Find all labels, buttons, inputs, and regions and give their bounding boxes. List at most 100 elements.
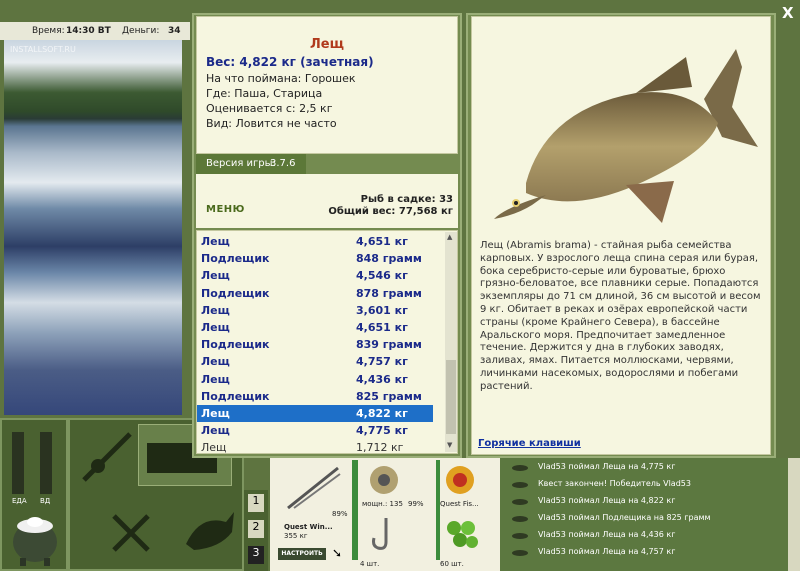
- cauldron-icon[interactable]: [10, 512, 60, 567]
- setup-button[interactable]: НАСТРОИТЬ: [278, 548, 326, 560]
- frequency: Вид: Ловится не часто: [206, 117, 337, 130]
- catch-row[interactable]: Подлещик 825 грамм: [197, 388, 433, 405]
- valued-from: Оценивается с: 2,5 кг: [206, 102, 333, 115]
- status-bar: Время: 14:30 ВТ Деньги: 34: [0, 22, 190, 40]
- chat-fish-icon: [512, 516, 528, 522]
- catch-fish-weight: 4,757 кг: [356, 355, 408, 369]
- hook-count: 4 шт.: [360, 560, 380, 568]
- catch-fish-weight: 4,651 кг: [356, 235, 408, 248]
- watermark: INSTALLSOFT.RU: [10, 45, 76, 54]
- line-bar: [436, 460, 440, 560]
- scroll-up-icon[interactable]: ▲: [447, 233, 452, 241]
- money-label: Деньги:: [122, 26, 160, 36]
- fish-name: Лещ: [310, 37, 344, 52]
- catch-fish-weight: 3,601 кг: [356, 303, 408, 317]
- menu-button[interactable]: МЕНЮ: [206, 204, 245, 215]
- catch-row[interactable]: Лещ 4,651 кг: [197, 233, 433, 250]
- catch-row[interactable]: Подлещик 878 грамм: [197, 285, 433, 302]
- catch-row[interactable]: Подлещик 848 грамм: [197, 250, 433, 267]
- catch-row[interactable]: Лещ 4,775 кг: [197, 422, 433, 439]
- catch-fish-name: Лещ: [201, 441, 227, 454]
- catch-row[interactable]: Лещ 1,712 кг: [197, 439, 433, 454]
- catch-row[interactable]: Лещ 4,651 кг: [197, 319, 433, 336]
- tab-2[interactable]: 2: [248, 520, 264, 538]
- fork-knife-icon[interactable]: [106, 508, 156, 558]
- chat-fish-icon: [512, 550, 528, 556]
- catch-fish-name: Подлещик: [201, 389, 270, 403]
- tab-1[interactable]: 1: [248, 494, 264, 512]
- chat-log: Vlad53 поймал Леща на 4,775 кг Квест зак…: [500, 458, 788, 571]
- catch-fish-weight: 878 грамм: [356, 286, 422, 300]
- peas-icon[interactable]: [442, 514, 482, 554]
- chat-message: Vlad53 поймал Леща на 4,775 кг: [538, 462, 676, 471]
- reel-power: мощн.: 135: [362, 500, 403, 508]
- water-bar: [40, 432, 52, 494]
- caught-on: На что поймана: Горошек: [206, 72, 356, 85]
- total-weight: Общий вес: 77,568 кг: [328, 206, 453, 217]
- catch-scrollbar[interactable]: ▲ ▼: [445, 232, 457, 452]
- chat-message: Vlad53 поймал Леща на 4,436 кг: [538, 530, 676, 539]
- tension-bar: [352, 460, 358, 560]
- catch-fish-name: Лещ: [201, 303, 230, 317]
- scroll-thumb[interactable]: [446, 360, 456, 434]
- catch-fish-weight: 825 грамм: [356, 389, 422, 403]
- catch-fish-name: Лещ: [201, 321, 230, 334]
- fish-count: Рыб в садке: 33: [360, 194, 453, 205]
- catch-fish-name: Лещ: [201, 269, 230, 283]
- chat-message: Vlad53 поймал Подлещика на 825 грамм: [538, 513, 711, 522]
- tab-3[interactable]: 3: [248, 546, 264, 564]
- fish-icon[interactable]: [180, 504, 238, 562]
- rod-percent: 89%: [332, 510, 348, 518]
- catch-fish-weight: 1,712 кг: [356, 441, 404, 454]
- food-label: ЕДА: [12, 497, 27, 505]
- catch-fish-name: Подлещик: [201, 338, 270, 352]
- fish-description-panel: Лещ (Abramis brama) - стайная рыба семей…: [471, 16, 771, 455]
- catch-fish-weight: 4,436 кг: [356, 372, 408, 386]
- catch-fish-weight: 839 грамм: [356, 338, 422, 352]
- rod-weight: 355 кг: [284, 532, 308, 540]
- catch-fish-weight: 4,546 кг: [356, 269, 408, 283]
- version-box: Версия игры: 3.7.6: [196, 154, 306, 174]
- catch-fish-name: Подлещик: [201, 286, 270, 300]
- reel-icon[interactable]: [364, 462, 404, 498]
- line-spool-icon[interactable]: [440, 462, 480, 498]
- close-button[interactable]: X: [782, 4, 794, 22]
- catch-list[interactable]: Лещ 4,651 кг Подлещик 848 грамм Лещ 4,546 кг П…: [196, 230, 458, 454]
- catch-row[interactable]: Лещ 3,601 кг: [197, 302, 433, 319]
- fish-description: Лещ (Abramis brama) - стайная рыба семей…: [480, 240, 761, 392]
- hook-icon[interactable]: [366, 514, 400, 554]
- arrow-icon: ➘: [332, 546, 343, 560]
- catch-fish-name: Лещ: [201, 235, 230, 248]
- line-name: Quest Fis...: [440, 500, 479, 508]
- time-value: 14:30 ВТ: [66, 26, 111, 36]
- water-label: ВД: [40, 497, 51, 505]
- chat-fish-icon: [512, 482, 528, 488]
- catch-row[interactable]: Лещ 4,757 кг: [197, 353, 433, 370]
- time-label: Время:: [32, 26, 65, 36]
- chat-scrollbar[interactable]: [788, 458, 800, 571]
- chat-fish-icon: [512, 499, 528, 505]
- catch-fish-weight: 4,822 кг: [356, 407, 408, 420]
- bream-image: [494, 49, 758, 223]
- chat-fish-icon: [512, 465, 528, 471]
- chat-message: Квест закончен! Победитель Vlad53: [538, 479, 691, 488]
- chat-fish-icon: [512, 533, 528, 539]
- lake-scene[interactable]: INSTALLSOFT.RU: [4, 40, 182, 415]
- food-bar: [12, 432, 24, 494]
- fish-weight: Вес: 4,822 кг (зачетная): [206, 55, 374, 69]
- hotkeys-link[interactable]: Горячие клавиши: [478, 438, 581, 449]
- catch-fish-weight: 4,775 кг: [356, 424, 408, 438]
- catch-row[interactable]: Подлещик 839 грамм: [197, 336, 433, 353]
- catch-row[interactable]: Лещ 4,822 кг: [197, 405, 433, 422]
- catch-fish-name: Лещ: [201, 355, 230, 369]
- fish-info-panel: Лещ Вес: 4,822 кг (зачетная) На что пойм…: [196, 16, 458, 154]
- catch-row[interactable]: Лещ 4,546 кг: [197, 267, 433, 284]
- rod-name: Quest Win...: [284, 523, 333, 531]
- scroll-down-icon[interactable]: ▼: [447, 441, 452, 449]
- catch-row[interactable]: Лещ 4,436 кг: [197, 371, 433, 388]
- bait-count: 60 шт.: [440, 560, 464, 568]
- rod-gear-icon[interactable]: [284, 464, 342, 512]
- rod-icon[interactable]: [78, 428, 136, 486]
- version-value: 3.7.6: [270, 158, 296, 169]
- tabs-column: 1 2 3: [244, 490, 268, 571]
